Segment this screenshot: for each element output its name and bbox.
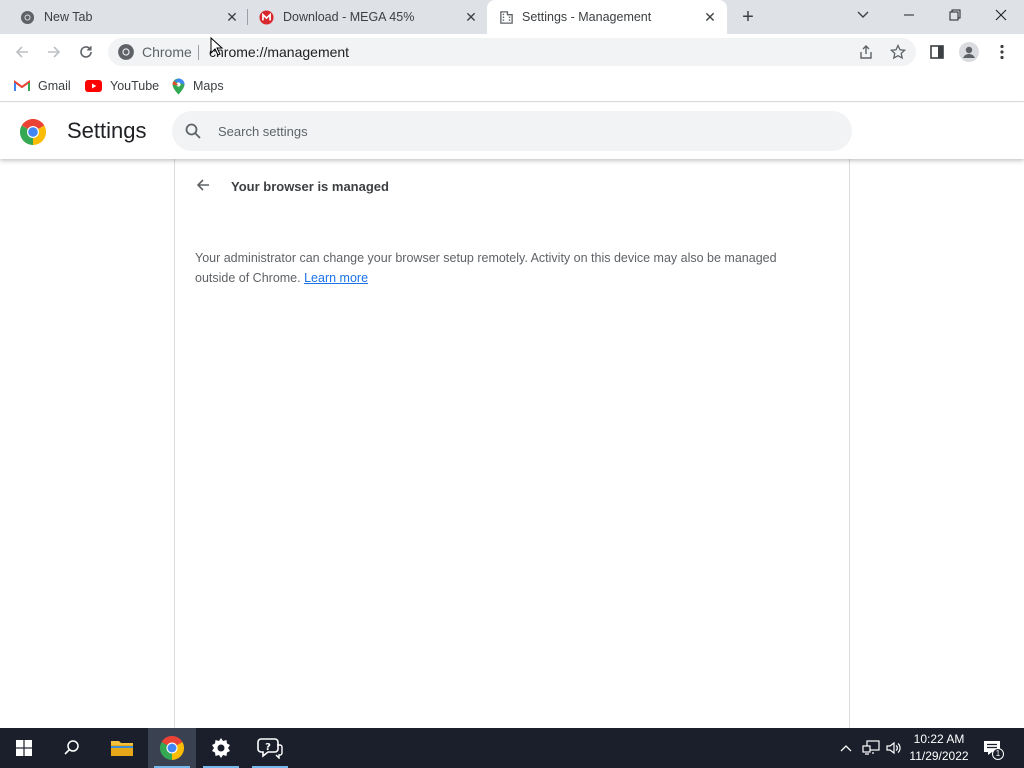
start-button[interactable] bbox=[0, 728, 48, 768]
reload-icon bbox=[80, 46, 92, 58]
forward-button[interactable] bbox=[42, 40, 66, 64]
tab-new-tab[interactable]: New Tab ✕ bbox=[0, 0, 246, 34]
file-explorer-button[interactable] bbox=[98, 728, 146, 768]
close-icon[interactable]: ✕ bbox=[702, 9, 718, 25]
minimize-button[interactable] bbox=[886, 0, 932, 30]
management-description: Your administrator can change your brows… bbox=[195, 248, 815, 288]
tab-title: Settings - Management bbox=[522, 10, 652, 24]
tab-search-button[interactable] bbox=[840, 0, 886, 30]
tab-title: New Tab bbox=[44, 10, 93, 24]
chevron-down-icon bbox=[857, 11, 869, 18]
youtube-icon bbox=[85, 80, 102, 92]
menu-button[interactable] bbox=[990, 40, 1014, 64]
network-icon bbox=[862, 740, 880, 755]
taskbar: ? 10:22 AM 11/29/2022 1 bbox=[0, 728, 1024, 768]
page-title: Settings bbox=[67, 118, 147, 143]
bookmark-label: YouTube bbox=[110, 79, 160, 93]
bookmark-label: Gmail bbox=[38, 79, 71, 93]
bookmark-maps[interactable]: Maps bbox=[172, 76, 224, 96]
settings-taskbar-button[interactable] bbox=[197, 728, 245, 768]
management-card: Your browser is managed Your administrat… bbox=[174, 159, 850, 728]
reload-button[interactable] bbox=[74, 40, 98, 64]
side-panel-icon bbox=[930, 45, 944, 59]
management-heading: Your browser is managed bbox=[231, 179, 389, 194]
notification-count-badge: 1 bbox=[992, 748, 1004, 760]
clock-time: 10:22 AM bbox=[913, 732, 965, 746]
close-icon bbox=[995, 9, 1007, 21]
address-bar[interactable]: Chrome chrome://management bbox=[108, 38, 916, 66]
folder-icon bbox=[111, 741, 133, 756]
clock-date: 11/29/2022 bbox=[909, 749, 969, 763]
arrow-right-icon bbox=[48, 46, 61, 58]
site-chip-label: Chrome bbox=[142, 44, 192, 60]
feedback-hub-button[interactable]: ? bbox=[246, 728, 294, 768]
tab-mega-download[interactable]: Download - MEGA 45% ✕ bbox=[248, 0, 486, 34]
chrome-taskbar-button[interactable] bbox=[148, 728, 196, 768]
search-icon bbox=[64, 740, 79, 755]
bookmark-label: Maps bbox=[193, 79, 224, 93]
chevron-up-icon bbox=[840, 745, 852, 752]
search-input[interactable] bbox=[218, 111, 818, 151]
building-icon bbox=[500, 11, 513, 24]
mega-icon bbox=[259, 10, 274, 25]
close-icon[interactable]: ✕ bbox=[463, 9, 479, 25]
profile-button[interactable] bbox=[957, 40, 981, 64]
close-window-button[interactable] bbox=[978, 0, 1024, 30]
url-text[interactable]: chrome://management bbox=[209, 44, 349, 60]
back-button[interactable] bbox=[10, 40, 34, 64]
feedback-icon: ? bbox=[257, 738, 283, 759]
show-hidden-icons-button[interactable] bbox=[836, 738, 856, 758]
new-tab-button[interactable]: + bbox=[738, 6, 758, 28]
bookmark-star-button[interactable] bbox=[889, 43, 907, 61]
search-button[interactable] bbox=[48, 728, 96, 768]
chrome-logo-icon bbox=[160, 736, 184, 760]
chrome-logo-icon bbox=[20, 119, 46, 145]
arrow-left-icon bbox=[196, 179, 209, 191]
share-icon bbox=[860, 45, 872, 59]
maps-icon bbox=[172, 78, 185, 94]
bookmark-youtube[interactable]: YouTube bbox=[85, 76, 159, 96]
settings-search[interactable] bbox=[172, 111, 852, 151]
network-button[interactable] bbox=[861, 738, 881, 758]
volume-icon bbox=[886, 741, 901, 755]
divider bbox=[198, 45, 199, 60]
avatar-icon bbox=[959, 42, 979, 62]
star-icon bbox=[890, 44, 906, 60]
tab-title: Download - MEGA 45% bbox=[283, 10, 415, 24]
clock[interactable]: 10:22 AM 11/29/2022 bbox=[906, 731, 972, 765]
chrome-icon bbox=[118, 44, 134, 60]
gmail-icon bbox=[14, 80, 30, 91]
chrome-icon bbox=[20, 10, 35, 25]
learn-more-link[interactable]: Learn more bbox=[304, 271, 368, 285]
browser-toolbar: Chrome chrome://management bbox=[0, 34, 1024, 70]
settings-header: Settings bbox=[0, 103, 1024, 159]
mouse-cursor-icon bbox=[210, 37, 224, 56]
gear-icon bbox=[212, 738, 230, 758]
side-panel-button[interactable] bbox=[925, 40, 949, 64]
svg-text:?: ? bbox=[265, 742, 271, 753]
bookmark-gmail[interactable]: Gmail bbox=[14, 76, 71, 96]
arrow-left-icon bbox=[15, 46, 28, 58]
share-button[interactable] bbox=[857, 43, 875, 61]
tab-strip: New Tab ✕ Download - MEGA 45% ✕ Settings… bbox=[0, 0, 1024, 34]
bookmarks-bar: Gmail YouTube Maps bbox=[0, 70, 1024, 102]
windows-logo-icon bbox=[16, 740, 32, 756]
more-vert-icon bbox=[1000, 44, 1004, 60]
description-text: Your administrator can change your brows… bbox=[195, 251, 777, 285]
back-to-settings-button[interactable] bbox=[193, 175, 213, 195]
volume-button[interactable] bbox=[884, 738, 904, 758]
close-icon[interactable]: ✕ bbox=[224, 9, 240, 25]
restore-icon bbox=[949, 9, 961, 21]
settings-main: Your browser is managed Your administrat… bbox=[0, 159, 1024, 728]
restore-button[interactable] bbox=[932, 0, 978, 30]
tab-settings-management[interactable]: Settings - Management ✕ bbox=[487, 0, 727, 34]
search-icon bbox=[185, 123, 201, 139]
minimize-icon bbox=[904, 14, 914, 16]
